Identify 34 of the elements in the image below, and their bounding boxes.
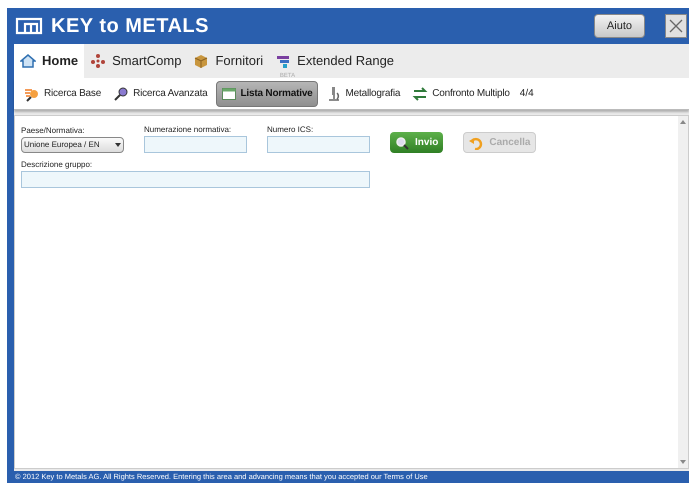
country-dropdown[interactable]: Unione Europea / EN xyxy=(21,137,124,153)
undo-icon xyxy=(469,136,484,150)
molecule-icon xyxy=(90,53,106,69)
close-icon xyxy=(669,19,683,33)
box-icon xyxy=(193,53,210,69)
field-label: Numerazione normativa: xyxy=(144,124,232,136)
field-label: Descrizione gruppo: xyxy=(21,159,94,171)
help-button[interactable]: Aiuto xyxy=(594,14,645,38)
input-field[interactable] xyxy=(267,136,370,153)
toolbar-button[interactable]: Lista Normative xyxy=(216,80,318,106)
input-field[interactable] xyxy=(144,136,247,153)
window-title: KEY to METALS xyxy=(51,14,209,39)
field-label: Numero ICS: xyxy=(267,124,314,136)
bars-icon xyxy=(275,53,292,69)
toolbar-button[interactable]: Ricerca Avanzata xyxy=(109,80,212,106)
toolbar-button[interactable]: Ricerca Base xyxy=(20,80,106,106)
scroll-down-icon xyxy=(680,460,686,464)
toolbar-button[interactable]: Confronto Multiplo xyxy=(408,80,514,106)
submit-button[interactable]: Invio xyxy=(390,132,444,153)
house-icon xyxy=(20,53,36,69)
compare-count: 4/4 xyxy=(520,87,534,101)
scroll-up-icon xyxy=(680,120,686,124)
magnifier-icon xyxy=(113,86,130,102)
logo-icon xyxy=(15,17,43,35)
tab[interactable]: SmartComp xyxy=(84,44,188,78)
tab[interactable]: Home xyxy=(14,44,84,78)
toolbar-button[interactable]: Metallografia xyxy=(322,80,404,106)
field-label: Paese/Normativa: xyxy=(21,125,86,137)
scrollbar[interactable] xyxy=(678,116,688,468)
input-field[interactable] xyxy=(21,171,370,188)
table-icon xyxy=(220,86,237,102)
search-icon xyxy=(395,136,409,150)
close-button[interactable] xyxy=(665,14,687,38)
caret-icon xyxy=(115,143,121,147)
